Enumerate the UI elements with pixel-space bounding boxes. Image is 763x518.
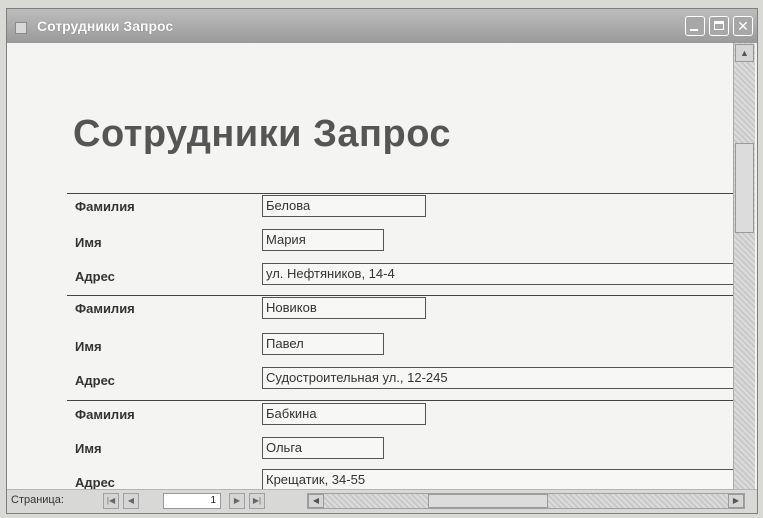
record-navigation-bar: Страница: |◀ ◀ 1 ▶ ▶| ◀ ▶ xyxy=(7,489,757,513)
maximize-button[interactable] xyxy=(709,16,729,36)
title-bar[interactable]: Сотрудники Запрос ✕ xyxy=(7,9,757,43)
label-lastname: Фамилия xyxy=(75,407,135,422)
record-divider xyxy=(67,193,733,194)
window-title: Сотрудники Запрос xyxy=(37,18,174,34)
field-firstname: Мария xyxy=(262,229,384,251)
field-firstname: Ольга xyxy=(262,437,384,459)
field-address: Крещатик, 34-55 xyxy=(262,469,733,489)
scroll-up-button[interactable]: ▲ xyxy=(735,44,754,62)
label-lastname: Фамилия xyxy=(75,301,135,316)
maximize-icon xyxy=(714,21,724,30)
previous-page-button[interactable]: ◀ xyxy=(123,493,139,509)
label-firstname: Имя xyxy=(75,235,102,250)
field-address: Судостроительная ул., 12-245 xyxy=(262,367,733,389)
next-page-icon: ▶ xyxy=(233,496,241,505)
vertical-scroll-thumb[interactable] xyxy=(735,143,754,233)
next-page-button[interactable]: ▶ xyxy=(229,493,245,509)
field-lastname: Новиков xyxy=(262,297,426,319)
last-page-icon: ▶| xyxy=(252,496,262,505)
vertical-scrollbar[interactable]: ▲ xyxy=(733,43,755,489)
report-window: Сотрудники Запрос ✕ Сотрудники Запрос Фа… xyxy=(6,8,758,514)
label-address: Адрес xyxy=(75,373,115,388)
label-address: Адрес xyxy=(75,269,115,284)
report-title: Сотрудники Запрос xyxy=(73,113,452,155)
field-firstname: Павел xyxy=(262,333,384,355)
close-icon: ✕ xyxy=(737,18,749,34)
report-body: Сотрудники Запрос Фамилия Белова Имя Мар… xyxy=(7,43,733,489)
horizontal-scroll-thumb[interactable] xyxy=(428,494,548,508)
previous-page-icon: ◀ xyxy=(127,496,135,505)
minimize-icon xyxy=(690,29,698,31)
record-divider xyxy=(67,295,733,296)
first-page-button[interactable]: |◀ xyxy=(103,493,119,509)
field-address: ул. Нефтяников, 14-4 xyxy=(262,263,733,285)
label-address: Адрес xyxy=(75,475,115,489)
record-divider xyxy=(67,400,733,401)
close-button[interactable]: ✕ xyxy=(733,16,753,36)
label-firstname: Имя xyxy=(75,441,102,456)
page-label: Страница: xyxy=(11,494,64,506)
first-page-icon: |◀ xyxy=(106,496,116,505)
horizontal-scrollbar[interactable]: ◀ ▶ xyxy=(307,493,745,509)
minimize-button[interactable] xyxy=(685,16,705,36)
label-firstname: Имя xyxy=(75,339,102,354)
page-number-input[interactable]: 1 xyxy=(163,493,221,509)
label-lastname: Фамилия xyxy=(75,199,135,214)
field-lastname: Белова xyxy=(262,195,426,217)
app-icon xyxy=(15,22,27,34)
last-page-button[interactable]: ▶| xyxy=(249,493,265,509)
scroll-left-button[interactable]: ◀ xyxy=(308,494,324,508)
field-lastname: Бабкина xyxy=(262,403,426,425)
scroll-right-button[interactable]: ▶ xyxy=(728,494,744,508)
